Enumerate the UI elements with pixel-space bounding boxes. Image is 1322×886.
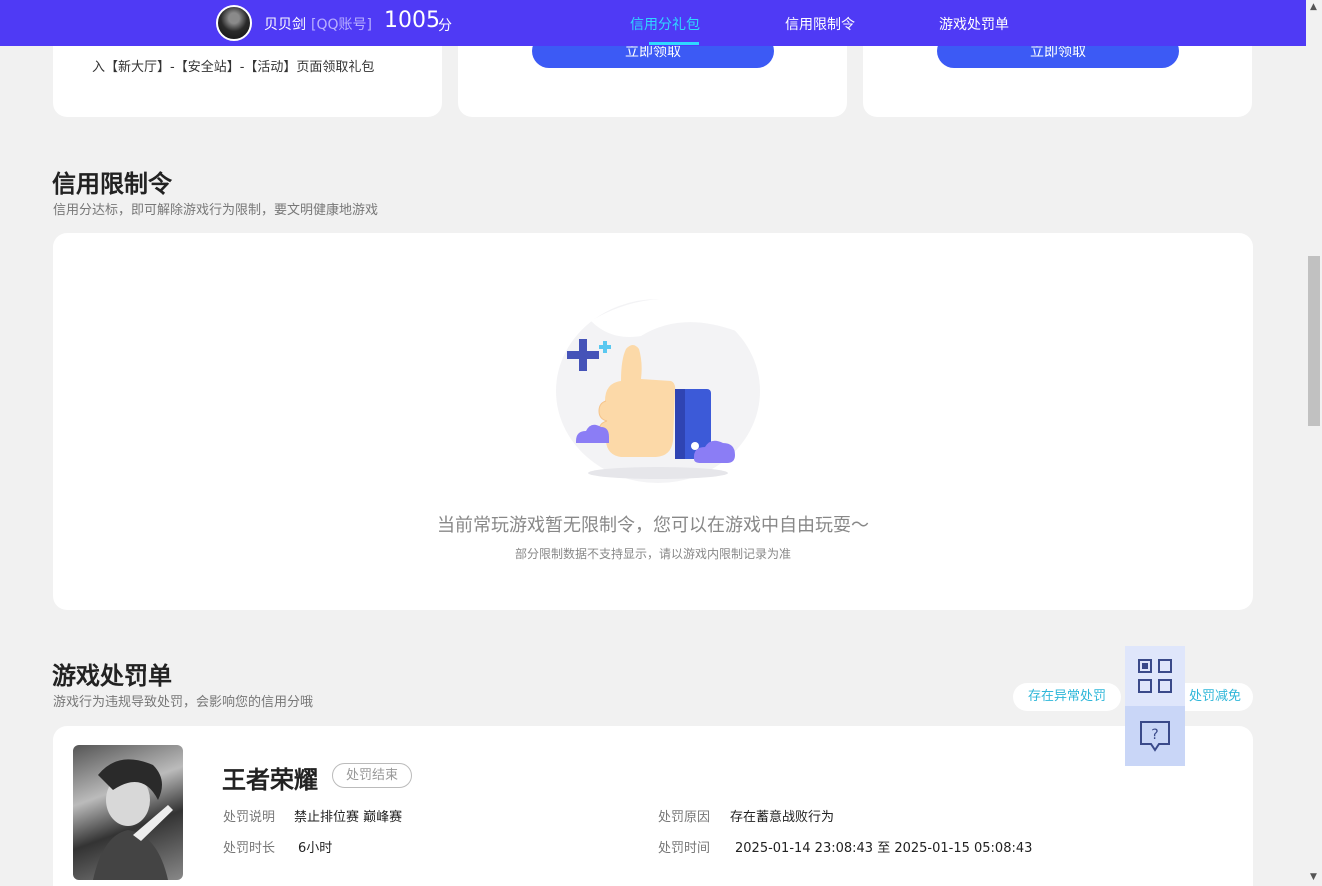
nav-active-indicator [649, 42, 699, 45]
restriction-subtitle: 信用分达标，即可解除游戏行为限制，要文明健康地游戏 [53, 203, 379, 218]
scroll-up-icon[interactable]: ▲ [1310, 2, 1317, 12]
game-name: 王者荣耀 [222, 766, 318, 794]
abnormal-penalty-button[interactable]: 存在异常处罚 [1013, 683, 1121, 711]
restriction-empty-message: 当前常玩游戏暂无限制令，您可以在游戏中自由玩耍～ [437, 515, 869, 536]
penalty-duration-label: 处罚时长 [223, 841, 276, 856]
username: 贝贝剑 [264, 17, 306, 33]
credit-score: 1005 [384, 8, 440, 33]
status-badge: 处罚结束 [332, 763, 413, 788]
penalty-desc-value: 禁止排位赛 巅峰赛 [294, 810, 403, 825]
svg-text:?: ? [1151, 727, 1158, 743]
credit-score-unit: 分 [438, 18, 452, 34]
scroll-down-icon[interactable]: ▼ [1310, 872, 1317, 882]
account-type: [QQ账号] [311, 17, 372, 33]
nav-game-penalty[interactable]: 游戏处罚单 [939, 14, 1009, 34]
penalty-title: 游戏处罚单 [52, 662, 172, 690]
top-nav-bar: 贝贝剑 [QQ账号] 1005 分 信用分礼包 信用限制令 游戏处罚单 [0, 0, 1306, 46]
gift-card-1-text: 入【新大厅】-【安全站】-【活动】页面领取礼包 [92, 60, 375, 75]
penalty-reason-value: 存在蓄意战败行为 [730, 810, 835, 825]
help-button[interactable]: ? [1125, 706, 1185, 766]
help-chat-icon: ? [1140, 721, 1170, 752]
penalty-card[interactable]: 王者荣耀 处罚结束 处罚说明 禁止排位赛 巅峰赛 处罚原因 存在蓄意战败行为 处… [53, 726, 1253, 886]
scrollbar-thumb[interactable] [1308, 256, 1320, 426]
avatar[interactable] [216, 5, 252, 41]
restriction-title: 信用限制令 [52, 170, 172, 198]
qr-code-icon [1138, 659, 1172, 693]
game-cover-image [73, 745, 183, 880]
qr-code-button[interactable] [1125, 646, 1185, 706]
restriction-empty-note: 部分限制数据不支持显示，请以游戏内限制记录为准 [514, 547, 791, 561]
penalty-reason-label: 处罚原因 [658, 810, 711, 825]
penalty-time-label: 处罚时间 [658, 841, 711, 856]
penalty-time-value: 2025-01-14 23:08:43 至 2025-01-15 05:08:4… [735, 841, 1033, 856]
nav-credit-gift[interactable]: 信用分礼包 [630, 14, 700, 34]
thumbs-up-illustration-icon [556, 298, 760, 483]
penalty-subtitle: 游戏行为违规导致处罚，会影响您的信用分哦 [53, 695, 314, 710]
nav-credit-restriction[interactable]: 信用限制令 [785, 14, 855, 34]
penalty-duration-value: 6小时 [298, 841, 333, 856]
restriction-card: 当前常玩游戏暂无限制令，您可以在游戏中自由玩耍～ 部分限制数据不支持显示，请以游… [53, 233, 1253, 610]
scrollbar-track[interactable] [1306, 0, 1322, 886]
penalty-desc-label: 处罚说明 [223, 810, 276, 825]
